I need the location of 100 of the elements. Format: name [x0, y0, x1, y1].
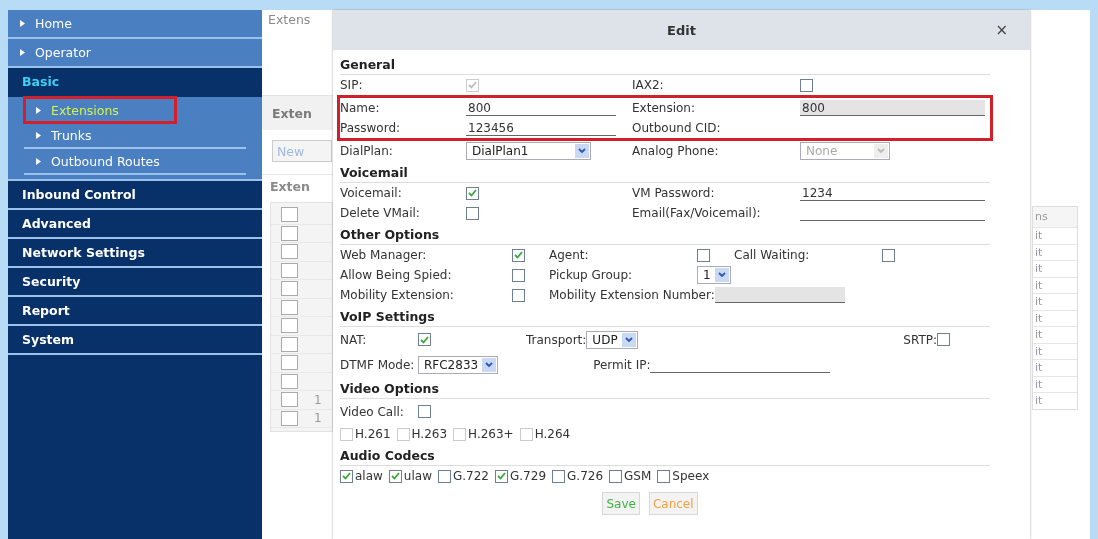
checkbox[interactable]: [466, 206, 479, 220]
section-heading: Voicemail: [340, 161, 990, 183]
field-label: G.729: [510, 469, 547, 483]
input-field[interactable]: 1234: [800, 185, 985, 201]
checkbox[interactable]: [418, 405, 431, 418]
dialog-title: Edit: [667, 22, 696, 38]
field-label: Email(Fax/Voicemail):: [632, 206, 762, 220]
field-label: GSM: [624, 469, 652, 483]
field-label: alaw: [355, 469, 383, 483]
field-label: VM Password:: [632, 186, 716, 200]
checkbox[interactable]: [882, 248, 895, 262]
table-cell[interactable]: it: [1033, 326, 1077, 343]
field-label: ulaw: [403, 469, 432, 483]
section-heading: Video Options: [340, 377, 990, 399]
checkbox[interactable]: [281, 373, 298, 389]
bullet-icon: [36, 131, 41, 139]
bullet-icon: [20, 20, 25, 27]
sidebar-item[interactable]: Extensions: [24, 97, 176, 123]
checkbox[interactable]: [281, 262, 298, 278]
field-label: Extension:: [632, 101, 696, 115]
dropdown[interactable]: RFC2833: [418, 355, 499, 374]
checkbox[interactable]: [418, 333, 431, 346]
field-label: NAT:: [340, 332, 368, 347]
bullet-icon: [36, 157, 41, 165]
checkbox[interactable]: [281, 281, 298, 297]
checkbox[interactable]: [609, 469, 623, 483]
checkbox[interactable]: [388, 469, 402, 483]
field-label: Agent:: [549, 248, 590, 262]
field-label: SIP:: [340, 78, 364, 92]
checkbox[interactable]: [466, 186, 479, 200]
field-label: Mobility Extension:: [340, 288, 455, 302]
field-label: IAX2:: [632, 78, 665, 92]
checkbox[interactable]: [552, 469, 566, 483]
field-label: Speex: [672, 469, 710, 483]
input-field[interactable]: 800: [466, 100, 616, 116]
dropdown[interactable]: 1: [697, 266, 731, 284]
field-label: Allow Being Spied:: [340, 268, 453, 282]
field-label: Video Call:: [340, 404, 405, 419]
input-field[interactable]: 123456: [466, 120, 616, 136]
checkbox[interactable]: [281, 355, 298, 371]
sidebar-item[interactable]: Operator: [8, 39, 262, 68]
checkbox[interactable]: [657, 469, 671, 483]
checkbox[interactable]: [800, 78, 813, 92]
bullet-icon: [20, 49, 25, 56]
section-heading: Other Options: [340, 223, 990, 245]
column-header: ns: [1034, 209, 1049, 225]
checkbox[interactable]: [281, 244, 298, 260]
checkbox[interactable]: [281, 207, 298, 223]
field-label: H.261: [355, 427, 391, 441]
table-cell: 1: [314, 411, 322, 426]
save-button[interactable]: Save: [602, 492, 640, 515]
checkbox[interactable]: [281, 318, 298, 334]
close-button[interactable]: ×: [995, 21, 1008, 39]
checkbox[interactable]: [281, 410, 298, 426]
field-label: H.264: [534, 427, 571, 441]
checkbox[interactable]: [340, 469, 353, 483]
field-label: Voicemail:: [340, 186, 403, 200]
checkbox[interactable]: [281, 336, 298, 352]
sidebar-item[interactable]: Home: [8, 10, 262, 39]
dropdown[interactable]: UDP: [586, 330, 638, 349]
checkbox[interactable]: [697, 248, 710, 262]
field-label: Outbound CID:: [632, 121, 722, 135]
field-label: H.263+: [468, 427, 514, 441]
checkbox[interactable]: [281, 392, 298, 408]
checkbox[interactable]: [495, 469, 508, 483]
table-cell[interactable]: it: [1033, 260, 1077, 277]
field-label: Pickup Group:: [549, 268, 634, 282]
field-label: DialPlan:: [340, 144, 394, 158]
checkbox[interactable]: [937, 333, 950, 346]
checkbox[interactable]: [512, 288, 525, 302]
checkbox[interactable]: [512, 248, 525, 262]
field-label: Call Waiting:: [734, 248, 811, 262]
caret-icon[interactable]: [575, 144, 589, 158]
table-cell[interactable]: it: [1033, 293, 1077, 310]
table-cell[interactable]: it: [1033, 227, 1077, 244]
field-label: Password:: [340, 121, 402, 135]
caret-icon[interactable]: [714, 268, 729, 282]
checkbox[interactable]: [281, 299, 298, 315]
sidebar-item[interactable]: Outbound Routes: [24, 149, 246, 175]
field-label: Name:: [340, 101, 381, 115]
field-label: G.722: [452, 469, 489, 483]
page-title: Extens: [267, 12, 312, 27]
checkbox[interactable]: [512, 268, 525, 282]
field-label: Analog Phone:: [632, 144, 720, 158]
field-label: Permit IP:: [593, 357, 651, 372]
checkbox[interactable]: [437, 469, 451, 483]
tab[interactable]: Exten: [272, 105, 312, 121]
section-heading: Audio Codecs: [340, 444, 990, 466]
field-label: Web Manager:: [340, 248, 428, 262]
field-label: SRTP:: [903, 332, 937, 347]
table-cell[interactable]: it: [1033, 359, 1077, 376]
table-cell: 1: [314, 392, 322, 407]
caret-icon[interactable]: [482, 357, 497, 372]
field-label: H.263: [411, 427, 448, 441]
checkbox[interactable]: [281, 225, 298, 241]
table-cell[interactable]: it: [1033, 392, 1077, 409]
sidebar-item[interactable]: Trunks: [24, 123, 246, 149]
field-label: Mobility Extension Number:: [549, 288, 715, 302]
caret-icon[interactable]: [621, 332, 636, 347]
dropdown[interactable]: DialPlan1: [466, 142, 591, 160]
